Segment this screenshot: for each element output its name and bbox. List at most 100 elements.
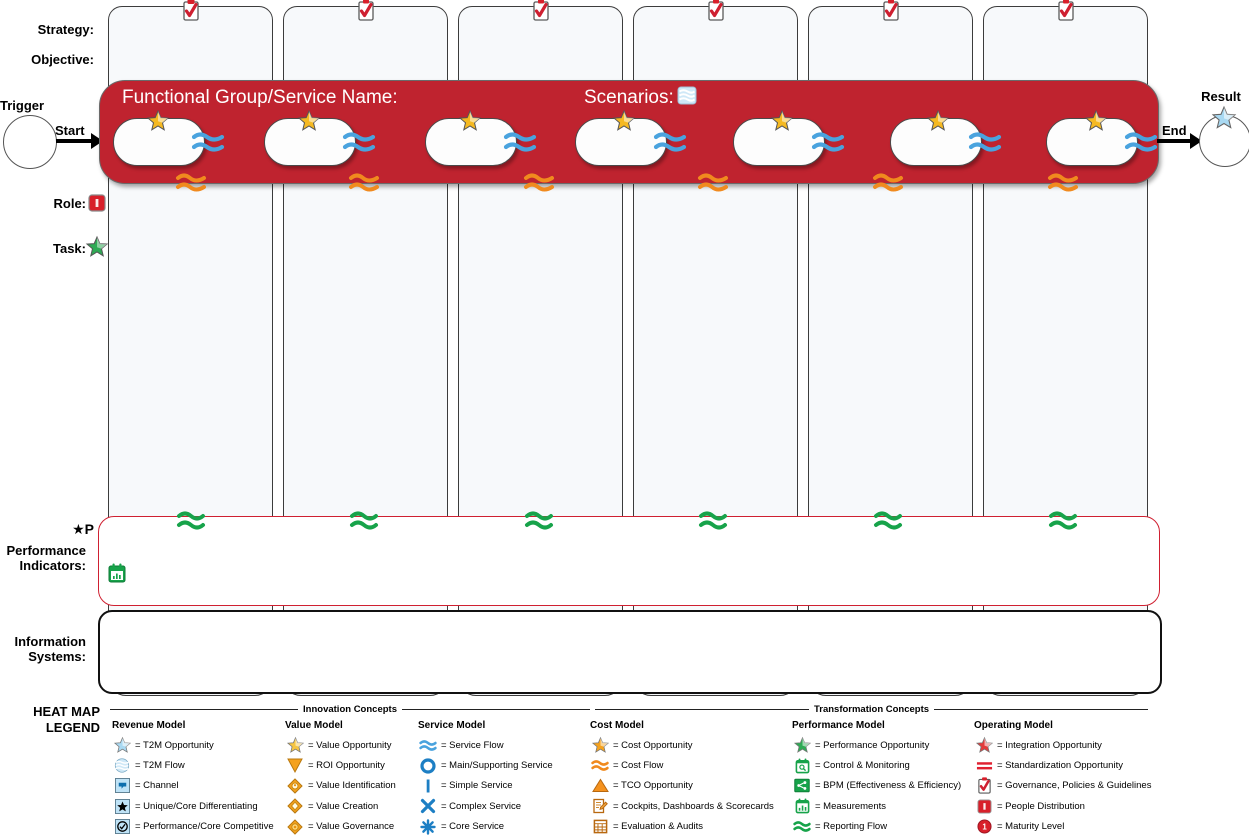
legend-item: = Unique/Core Differentiating [112, 796, 274, 816]
governance-clipboard-icon [181, 0, 201, 21]
legend-item: = Value Creation [285, 796, 396, 816]
legend-item-label: = Governance, Policies & Guidelines [997, 780, 1152, 792]
legend-item: = Control & Monitoring [792, 755, 961, 775]
label-task: Task: [53, 241, 86, 256]
cost-opportunity-star-icon [590, 736, 610, 754]
governance-clipboard-icon [706, 0, 726, 21]
value-governance-icon [285, 819, 305, 835]
performance-opportunity-star-icon [792, 736, 812, 754]
legend-rule-right [401, 709, 591, 710]
service-flow-icon [418, 737, 438, 753]
cost-flow-icon [590, 758, 610, 774]
legend-item-label: = Cost Opportunity [613, 739, 693, 751]
legend-item: = Standardization Opportunity [974, 755, 1151, 775]
legend-item-label: = Integration Opportunity [997, 739, 1102, 751]
cost-flow-icon [873, 170, 903, 196]
legend-item-label: = Standardization Opportunity [997, 760, 1123, 772]
value-opportunity-star-icon [1084, 109, 1108, 131]
legend-item: = TCO Opportunity [590, 776, 774, 796]
legend-item-label: = ROI Opportunity [308, 760, 385, 772]
core-service-icon [418, 819, 438, 835]
legend-group-innovation: Innovation Concepts [110, 704, 591, 715]
reporting-flow-icon [525, 508, 553, 534]
task-icon [85, 235, 109, 257]
performance-indicators-band[interactable] [98, 516, 1160, 606]
roi-opportunity-icon [285, 758, 305, 774]
legend-item: = Cockpits, Dashboards & Scorecards [590, 796, 774, 816]
channel-icon [112, 778, 132, 794]
label-information-systems: Information Systems: [0, 634, 87, 664]
legend-column-cost-model: Cost Model = Cost Opportunity = Cost Flo… [590, 720, 774, 837]
legend-column-title: Revenue Model [112, 720, 186, 731]
legend-item-label: = TCO Opportunity [613, 780, 693, 792]
legend-item-label: = Performance/Core Competitive [135, 821, 274, 833]
legend-item: = Evaluation & Audits [590, 817, 774, 837]
legend-group-title: Innovation Concepts [303, 704, 397, 715]
pi-line-2: Indicators: [19, 558, 86, 573]
legend-item: = Service Flow [418, 735, 553, 755]
legend-rule-left [110, 709, 299, 710]
service-flow-icon [811, 128, 845, 156]
legend-item-label: = Reporting Flow [815, 821, 888, 833]
t2m-opportunity-star-icon [1211, 105, 1237, 129]
t2m-opportunity-star-icon [112, 736, 132, 754]
reporting-flow-icon [874, 508, 902, 534]
information-systems-band[interactable] [98, 610, 1162, 694]
legend-item: 1 = Maturity Level [974, 817, 1151, 837]
legend-column-title: Operating Model [974, 720, 1053, 731]
integration-opportunity-star-icon [974, 736, 994, 754]
value-identification-icon [285, 778, 305, 794]
legend-column-service-model: Service Model = Service Flow = Main/Supp… [418, 720, 553, 837]
legend-item-label: = Value Identification [308, 780, 396, 792]
standardization-opportunity-icon [974, 758, 994, 774]
evaluation-audits-icon [590, 819, 610, 835]
end-arrow-line [1157, 139, 1191, 143]
legend-item-label: = Cockpits, Dashboards & Scorecards [613, 800, 774, 812]
legend-item: = Performance/Core Competitive [112, 817, 274, 837]
legend-item-label: = Service Flow [441, 739, 504, 751]
legend-item: = Value Governance [285, 817, 396, 837]
legend-item: = Governance, Policies & Guidelines [974, 776, 1151, 796]
legend-item-label: = Main/Supporting Service [441, 760, 553, 772]
label-objective: Objective: [31, 52, 94, 67]
value-opportunity-star-icon [770, 109, 794, 131]
legend-item: = Cost Flow [590, 755, 774, 775]
legend-item-label: = Simple Service [441, 780, 513, 792]
legend-column-revenue-model: Revenue Model = T2M Opportunity = T2M Fl… [112, 720, 274, 837]
legend-column-title: Value Model [285, 720, 343, 731]
pi-line-1: Performance [6, 543, 86, 558]
label-role: Role: [53, 196, 87, 211]
value-opportunity-star-icon [285, 736, 305, 754]
value-opportunity-star-icon [458, 109, 482, 131]
legend-item: = Complex Service [418, 796, 553, 816]
reporting-flow-icon [350, 508, 378, 534]
legend-item: = Channel [112, 776, 274, 796]
svg-text:1: 1 [982, 823, 987, 832]
heat-map-legend: Innovation Concepts Transformation Conce… [0, 700, 1249, 835]
legend-column-title: Service Model [418, 720, 486, 731]
legend-item-label: = Value Governance [308, 821, 395, 833]
legend-column-operating-model: Operating Model = Integration Opportunit… [974, 720, 1151, 837]
legend-item: = BPM (Effectiveness & Efficiency) [792, 776, 961, 796]
governance-clipboard-icon [531, 0, 551, 21]
scenarios-title: Scenarios: [584, 87, 674, 108]
service-flow-icon [191, 128, 225, 156]
reporting-flow-icon [177, 508, 205, 534]
is-line-2: Systems: [28, 649, 86, 664]
legend-item-label: = Channel [135, 780, 179, 792]
is-line-1: Information [14, 634, 87, 649]
trigger-circle[interactable] [3, 115, 57, 169]
governance-clipboard-icon [356, 0, 376, 21]
service-flow-icon [503, 128, 537, 156]
service-flow-icon [653, 128, 687, 156]
value-opportunity-star-icon [612, 109, 636, 131]
value-opportunity-star-icon [926, 109, 950, 131]
tco-opportunity-icon [590, 778, 610, 794]
simple-service-icon [418, 778, 438, 794]
cockpits-dashboards-scorecards-icon [590, 798, 610, 814]
legend-item: = Simple Service [418, 776, 553, 796]
legend-item: = Core Service [418, 817, 553, 837]
legend-item-label: = Unique/Core Differentiating [135, 800, 258, 812]
reporting-flow-icon [792, 819, 812, 835]
service-flow-icon [968, 128, 1002, 156]
